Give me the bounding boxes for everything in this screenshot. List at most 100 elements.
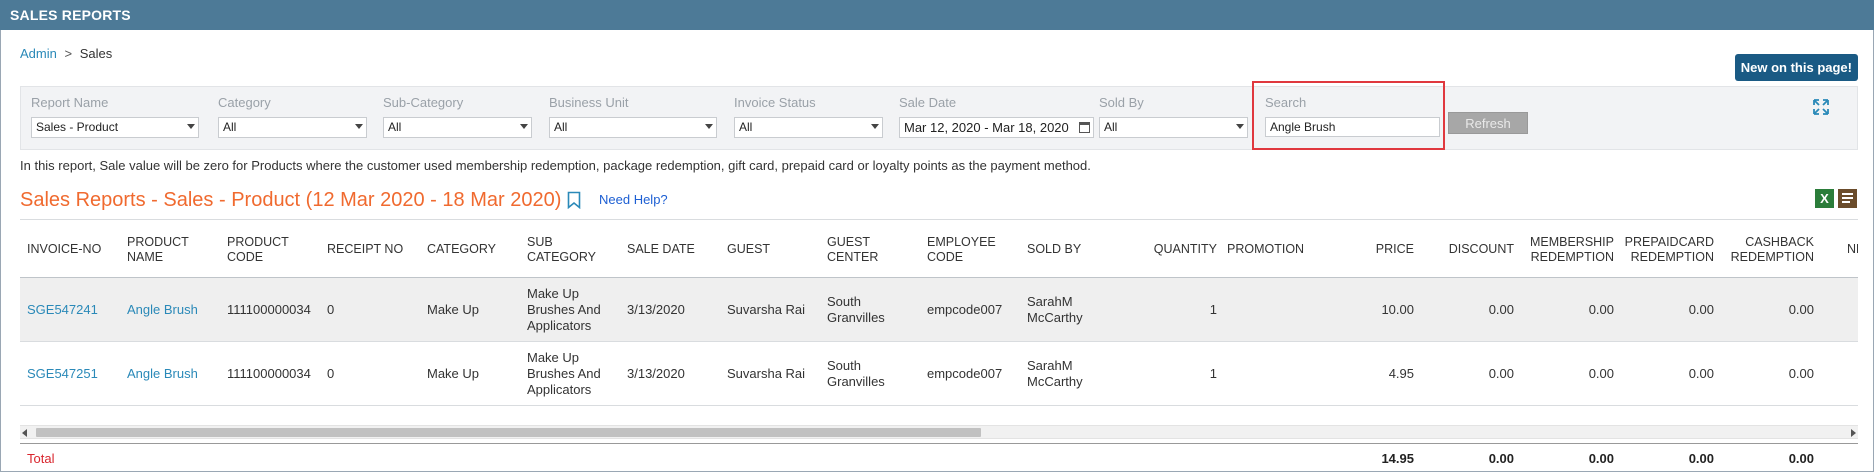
- table-row: SGE547241 Angle Brush 111100000034 0 Mak…: [20, 278, 1858, 342]
- category-label: Category: [218, 95, 271, 110]
- list-icon[interactable]: [1838, 189, 1857, 208]
- sold-by-label: Sold By: [1099, 95, 1144, 110]
- invoice-status-filter: Invoice Status All: [734, 95, 883, 138]
- invoice-link[interactable]: SGE547251: [27, 342, 117, 406]
- col-discount[interactable]: DISCOUNT: [1427, 220, 1514, 279]
- horizontal-scrollbar[interactable]: [20, 425, 1858, 439]
- sold-by-filter: Sold By All: [1099, 95, 1248, 138]
- category-cell: Make Up: [427, 366, 480, 381]
- chevron-down-icon: [187, 124, 195, 129]
- report-name-label: Report Name: [31, 95, 109, 110]
- sale-date-cell: 3/13/2020: [627, 366, 685, 381]
- price-cell: 4.95: [1388, 366, 1414, 381]
- col-sale-date[interactable]: SALE DATE: [627, 220, 717, 279]
- chevron-down-icon: [520, 124, 528, 129]
- chevron-down-icon: [871, 124, 879, 129]
- sale-date-label: Sale Date: [899, 95, 957, 110]
- scrollbar-thumb[interactable]: [36, 428, 981, 437]
- col-invoice-no[interactable]: INVOICE-NO: [27, 220, 117, 279]
- chevron-down-icon: [1236, 124, 1244, 129]
- expand-icon[interactable]: [1811, 97, 1831, 117]
- product-name-link[interactable]: Angle Brush: [127, 342, 217, 406]
- category-filter: Category All: [218, 95, 367, 138]
- report-table: INVOICE-NO PRODUCT NAME PRODUCT CODE REC…: [20, 219, 1858, 444]
- category-value: All: [223, 120, 237, 134]
- col-product-code[interactable]: PRODUCT CODE: [227, 220, 307, 279]
- discount-cell: 0.00: [1488, 366, 1514, 381]
- col-sold-by[interactable]: SOLD BY: [1027, 220, 1117, 279]
- cashback-cell: 0.00: [1788, 302, 1814, 317]
- total-price: 14.95: [1381, 450, 1414, 466]
- col-category[interactable]: CATEGORY: [427, 220, 517, 279]
- product-name-link[interactable]: Angle Brush: [127, 278, 217, 342]
- category-cell: Make Up: [427, 302, 480, 317]
- report-name-select[interactable]: Sales - Product: [31, 117, 199, 138]
- total-discount: 0.00: [1488, 450, 1514, 466]
- col-quantity[interactable]: QUANTITY: [1127, 220, 1217, 279]
- col-receipt-no[interactable]: RECEIPT NO: [327, 220, 417, 279]
- col-employee-code[interactable]: EMPLOYEE CODE: [927, 220, 1007, 279]
- scroll-left-arrow-icon[interactable]: [22, 429, 27, 437]
- total-cashback: 0.00: [1788, 450, 1814, 466]
- col-sub-category[interactable]: SUB CATEGORY: [527, 220, 607, 279]
- sub-category-value: All: [388, 120, 402, 134]
- breadcrumb-current: Sales: [79, 46, 113, 61]
- business-unit-filter: Business Unit All: [549, 95, 717, 138]
- new-on-this-page-button[interactable]: New on this page!: [1734, 54, 1858, 81]
- sale-date-value: Mar 12, 2020 - Mar 18, 2020: [904, 120, 1069, 135]
- sold-by-select[interactable]: All: [1099, 117, 1248, 138]
- quantity-cell: 1: [1209, 302, 1217, 317]
- promotion-cell: [1227, 342, 1327, 406]
- employee-code-cell: empcode007: [927, 302, 1003, 317]
- product-code-cell: 111100000034: [227, 302, 311, 317]
- sale-date-cell: 3/13/2020: [627, 302, 685, 317]
- chevron-down-icon: [355, 124, 363, 129]
- col-ne-truncated[interactable]: NE: [1847, 220, 1858, 279]
- membership-cell: 0.00: [1588, 302, 1614, 317]
- breadcrumb-admin-link[interactable]: Admin: [20, 46, 57, 61]
- price-cell: 10.00: [1381, 302, 1414, 317]
- chevron-down-icon: [705, 124, 713, 129]
- prepaidcard-cell: 0.00: [1688, 302, 1714, 317]
- breadcrumb-separator: >: [64, 46, 73, 61]
- guest-center-cell: South Granvilles: [827, 358, 885, 389]
- col-product-name[interactable]: PRODUCT NAME: [127, 220, 207, 279]
- invoice-link[interactable]: SGE547241: [27, 278, 117, 342]
- page-header: SALES REPORTS: [0, 0, 1874, 30]
- report-name-filter: Report Name Sales - Product: [31, 95, 199, 138]
- guest-center-cell: South Granvilles: [827, 294, 885, 325]
- sub-category-select[interactable]: All: [383, 117, 532, 138]
- col-membership-redemption[interactable]: MEMBERSHIP REDEMPTION: [1527, 220, 1614, 279]
- report-note: In this report, Sale value will be zero …: [20, 158, 1091, 173]
- product-code-cell: 111100000034: [227, 366, 311, 381]
- category-select[interactable]: All: [218, 117, 367, 138]
- business-unit-select[interactable]: All: [549, 117, 717, 138]
- invoice-status-select[interactable]: All: [734, 117, 883, 138]
- col-prepaidcard-redemption[interactable]: PREPAIDCARD REDEMPTION: [1625, 220, 1714, 279]
- report-title: Sales Reports - Sales - Product (12 Mar …: [20, 189, 562, 211]
- guest-cell: Suvarsha Rai: [727, 366, 806, 381]
- excel-export-icon[interactable]: X: [1815, 189, 1834, 208]
- search-highlight-box: [1252, 81, 1445, 150]
- cashback-cell: 0.00: [1788, 366, 1814, 381]
- receipt-cell: 0: [327, 302, 335, 317]
- col-guest-center[interactable]: GUEST CENTER: [827, 220, 897, 279]
- scroll-right-arrow-icon[interactable]: [1851, 429, 1856, 437]
- business-unit-label: Business Unit: [549, 95, 629, 110]
- sale-date-input[interactable]: Mar 12, 2020 - Mar 18, 2020: [899, 117, 1094, 138]
- totals-row: Total 14.95 0.00 0.00 0.00 0.00: [20, 443, 1858, 472]
- refresh-button[interactable]: Refresh: [1448, 112, 1528, 134]
- col-promotion[interactable]: PROMOTION: [1227, 220, 1327, 279]
- col-guest[interactable]: GUEST: [727, 220, 817, 279]
- col-cashback-redemption[interactable]: CASHBACK REDEMPTION: [1727, 220, 1814, 279]
- employee-code-cell: empcode007: [927, 366, 1003, 381]
- total-prepaidcard: 0.00: [1688, 450, 1714, 466]
- col-price[interactable]: PRICE: [1327, 220, 1414, 279]
- report-name-value: Sales - Product: [36, 120, 119, 134]
- sold-by-cell: SarahM McCarthy: [1027, 294, 1083, 325]
- bookmark-icon[interactable]: [567, 191, 581, 209]
- invoice-status-value: All: [739, 120, 753, 134]
- total-label: Total: [27, 450, 55, 466]
- filter-bar: Report Name Sales - Product Category All…: [20, 86, 1858, 150]
- need-help-link[interactable]: Need Help?: [599, 192, 668, 207]
